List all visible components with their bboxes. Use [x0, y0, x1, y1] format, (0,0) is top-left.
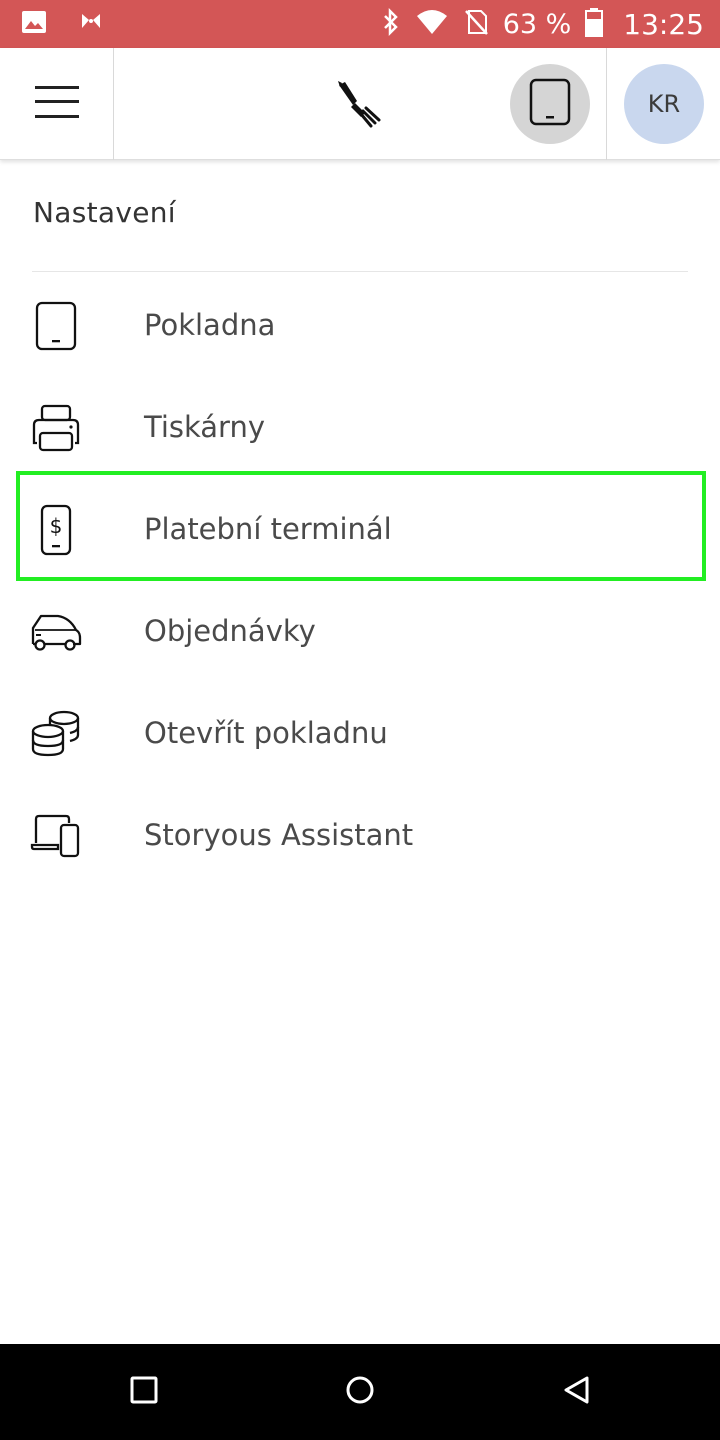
menu-item-label: Objednávky — [144, 614, 316, 648]
avatar-initials: KR — [647, 90, 681, 118]
tablet-icon — [529, 78, 571, 130]
battery-icon — [585, 7, 604, 41]
hamburger-menu-icon — [34, 84, 79, 124]
menu-item-tiskarny[interactable]: Tiskárny — [0, 376, 720, 478]
recents-square-icon — [130, 1376, 158, 1408]
battery-percent: 63 % — [502, 8, 572, 40]
menu-item-storyous-assistant[interactable]: Storyous Assistant — [0, 784, 720, 886]
tablet-icon — [30, 300, 82, 352]
menu-item-label: Otevřít pokladnu — [144, 716, 388, 750]
page-title: Nastavení — [33, 196, 176, 229]
settings-menu: Pokladna Tiskárny $ Platební terminál Ob… — [0, 274, 720, 886]
menu-item-platebni-terminal[interactable]: $ Platební terminál — [0, 478, 720, 580]
menu-item-label: Platební terminál — [144, 512, 392, 546]
home-button[interactable] — [336, 1368, 384, 1416]
clock: 13:25 — [623, 7, 704, 41]
menu-item-otevrit-pokladnu[interactable]: Otevřít pokladnu — [0, 682, 720, 784]
system-nav-bar — [0, 1344, 720, 1440]
wifi-icon — [415, 8, 449, 40]
menu-item-objednavky[interactable]: Objednávky — [0, 580, 720, 682]
app-notification-icon — [78, 9, 104, 39]
coins-icon — [30, 708, 82, 760]
gallery-icon — [20, 8, 48, 40]
top-app-bar: KR — [0, 48, 720, 160]
delivery-car-icon — [30, 606, 82, 658]
status-bar-right: 63 % 13:25 — [381, 0, 704, 48]
status-bar: 63 % 13:25 — [0, 0, 720, 48]
device-button[interactable] — [510, 64, 590, 144]
recents-button[interactable] — [120, 1368, 168, 1416]
printer-icon — [30, 402, 82, 454]
title-divider — [32, 271, 688, 272]
bluetooth-icon — [381, 7, 401, 41]
menu-item-label: Storyous Assistant — [144, 818, 414, 852]
back-triangle-icon — [562, 1375, 590, 1409]
laptop-phone-icon — [30, 810, 82, 862]
menu-item-pokladna[interactable]: Pokladna — [0, 274, 720, 376]
app-bar-divider — [606, 48, 607, 160]
no-sim-icon — [463, 8, 489, 40]
status-bar-left — [20, 8, 104, 40]
storyous-logo-icon[interactable] — [330, 76, 390, 132]
user-avatar[interactable]: KR — [624, 64, 704, 144]
menu-item-label: Tiskárny — [144, 410, 265, 444]
back-button[interactable] — [552, 1368, 600, 1416]
payment-terminal-icon: $ — [30, 504, 82, 556]
hamburger-menu-button[interactable] — [0, 48, 114, 160]
svg-text:$: $ — [50, 514, 63, 538]
menu-item-label: Pokladna — [144, 308, 276, 342]
home-circle-icon — [345, 1375, 375, 1409]
